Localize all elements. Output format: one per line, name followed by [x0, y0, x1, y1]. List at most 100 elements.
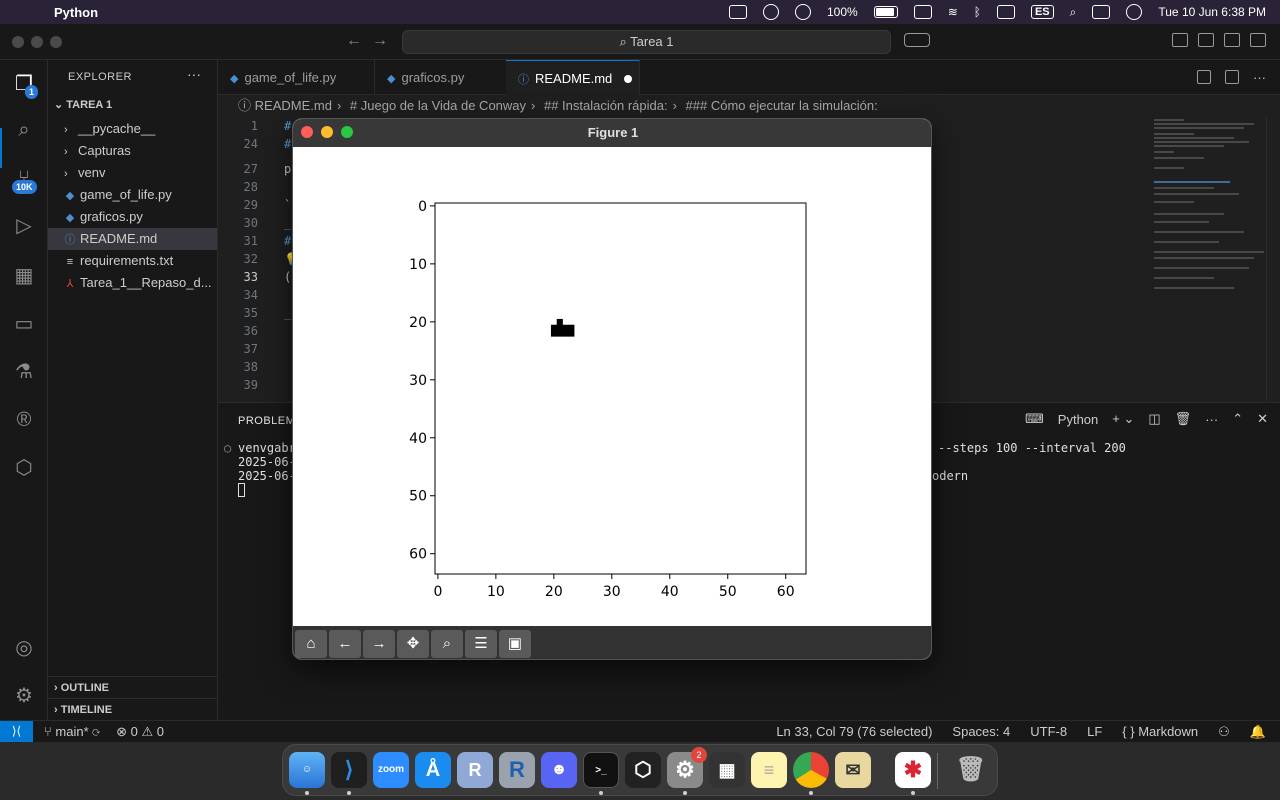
airdrop-icon[interactable]	[794, 4, 811, 20]
input-source[interactable]: ES	[1030, 5, 1054, 19]
notifications-bell-icon[interactable]: 🔔	[1250, 724, 1266, 740]
toggle-panel-icon[interactable]	[1224, 33, 1240, 47]
figure-canvas[interactable]: 0 10 20 30 40 50 60 0 10 20 30 40 50 60	[293, 147, 931, 626]
menu-clock[interactable]: Tue 10 Jun 6:38 PM	[1158, 5, 1266, 19]
forward-arrow-icon[interactable]: →	[363, 630, 395, 658]
calculator-icon[interactable]: ▦	[709, 752, 745, 788]
containers-icon[interactable]: ⬡	[12, 456, 36, 480]
timeline-section[interactable]: › TIMELINE	[48, 698, 217, 720]
zoom-magnifier-icon[interactable]: ⌕	[431, 630, 463, 658]
split-editor-icon[interactable]	[1225, 70, 1239, 84]
save-figure-icon[interactable]: ▣	[499, 630, 531, 658]
close-window-button[interactable]	[12, 36, 24, 48]
screen-mirroring-icon[interactable]	[996, 5, 1015, 19]
remote-indicator-icon[interactable]: ⟩⟨	[0, 721, 33, 743]
back-arrow-icon[interactable]: ←	[329, 630, 361, 658]
figure-zoom-button[interactable]	[341, 126, 353, 138]
tree-item-venv[interactable]: › venv	[48, 162, 217, 184]
figure-minimize-button[interactable]	[321, 126, 333, 138]
minimap[interactable]	[1148, 117, 1266, 402]
run-debug-icon[interactable]: ▷	[12, 214, 36, 238]
breadcrumb-item[interactable]: ## Instalación rápida:	[544, 98, 668, 113]
back-arrow-icon[interactable]: ←	[346, 32, 362, 50]
tab-readme[interactable]: ⓘ README.md	[506, 60, 640, 95]
finder-icon[interactable]: ☺	[289, 752, 325, 788]
spotlight-icon[interactable]: ⌕	[1070, 5, 1077, 20]
tab-game-of-life[interactable]: ◆ game_of_life.py	[218, 60, 375, 95]
tab-graficos[interactable]: ◆ graficos.py	[375, 60, 516, 95]
tree-item-capturas[interactable]: › Capturas	[48, 140, 217, 162]
language-mode[interactable]: { } Markdown	[1122, 724, 1198, 740]
r-extension-icon[interactable]: ®	[12, 408, 36, 432]
toggle-primary-sidebar-icon[interactable]	[1198, 33, 1214, 47]
tree-item-readme[interactable]: ⓘ README.md	[48, 228, 217, 250]
remote-explorer-icon[interactable]: ▭	[12, 312, 36, 336]
rstudio-icon[interactable]: R	[499, 752, 535, 788]
workspace-folder[interactable]: ⌄ TAREA 1	[54, 98, 112, 111]
copilot-icon[interactable]	[904, 33, 930, 47]
tree-item-tarea-pdf[interactable]: ⅄ Tarea_1__Repaso_d...	[48, 272, 217, 294]
app-store-icon[interactable]: Å	[415, 752, 451, 788]
vscode-icon[interactable]: ⟩	[331, 752, 367, 788]
tree-item-requirements[interactable]: ≡ requirements.txt	[48, 250, 217, 272]
battery-icon[interactable]	[873, 6, 898, 18]
cursor-position[interactable]: Ln 33, Col 79 (76 selected)	[776, 724, 932, 740]
open-preview-icon[interactable]	[1197, 70, 1211, 84]
breadcrumb-item[interactable]: README.md	[255, 98, 332, 113]
problems-status[interactable]: ⊗ 0 ⚠ 0	[116, 724, 164, 740]
drive-icon[interactable]	[728, 5, 747, 19]
search-icon[interactable]: ⌕	[12, 118, 36, 142]
branch-status[interactable]: ⑂ main* ⟳	[44, 724, 100, 740]
customize-layout-icon[interactable]	[1172, 33, 1188, 47]
r-app-icon[interactable]: R	[457, 752, 493, 788]
unsaved-dot-icon[interactable]	[624, 75, 633, 83]
bluetooth-icon[interactable]: ᛒ	[974, 5, 981, 19]
more-actions-icon[interactable]: ···	[1253, 70, 1266, 85]
close-panel-icon[interactable]: ✕	[1257, 411, 1268, 427]
copilot-status-icon[interactable]: ⚇	[1218, 724, 1230, 740]
testing-icon[interactable]: ⚗	[12, 360, 36, 384]
indentation[interactable]: Spaces: 4	[952, 724, 1010, 740]
end-of-line[interactable]: LF	[1087, 724, 1102, 740]
configure-subplots-icon[interactable]: ☰	[465, 630, 497, 658]
tree-item-pycache[interactable]: › __pycache__	[48, 118, 217, 140]
figure-close-button[interactable]	[301, 126, 313, 138]
minimize-window-button[interactable]	[31, 36, 43, 48]
breadcrumb-item[interactable]: ### Cómo ejecutar la simulación:	[686, 98, 878, 113]
maximize-panel-icon[interactable]: ⌃	[1232, 411, 1243, 427]
breadcrumb-item[interactable]: # Juego de la Vida de Conway	[350, 98, 526, 113]
wifi-icon[interactable]: ≋	[948, 5, 958, 19]
pan-icon[interactable]: ✥	[397, 630, 429, 658]
trash-icon[interactable]: 🗑	[953, 752, 989, 788]
accounts-icon[interactable]: ◎	[12, 636, 36, 660]
editor-scrollbar[interactable]	[1266, 117, 1280, 402]
terminal-name[interactable]: Python	[1058, 412, 1098, 427]
extensions-icon[interactable]: ▦	[12, 264, 36, 288]
new-terminal-icon[interactable]: + ⌄	[1112, 411, 1134, 427]
home-icon[interactable]: ⌂	[295, 630, 327, 658]
tree-item-game-of-life[interactable]: ◆ game_of_life.py	[48, 184, 217, 206]
excel-mail-icon[interactable]: ✉	[835, 752, 871, 788]
outline-section[interactable]: › OUTLINE	[48, 676, 217, 698]
zoom-window-button[interactable]	[50, 36, 62, 48]
split-terminal-icon[interactable]: ◫	[1148, 411, 1160, 427]
stage-manager-icon[interactable]	[913, 5, 932, 19]
more-actions-icon[interactable]: ···	[187, 66, 201, 82]
control-center-icon[interactable]	[1092, 5, 1111, 19]
kill-terminal-icon[interactable]: 🗑	[1175, 411, 1192, 427]
virtualbox-icon[interactable]: ⬡	[625, 752, 661, 788]
encoding[interactable]: UTF-8	[1030, 724, 1067, 740]
terminal-app-icon[interactable]: >_	[583, 752, 619, 788]
siri-icon[interactable]	[1126, 4, 1143, 20]
toggle-secondary-sidebar-icon[interactable]	[1250, 33, 1266, 47]
settings-gear-icon[interactable]: ⚙	[12, 684, 36, 708]
tree-item-graficos[interactable]: ◆ graficos.py	[48, 206, 217, 228]
more-actions-icon[interactable]: ···	[1205, 412, 1218, 427]
notes-icon[interactable]: ≡	[751, 752, 787, 788]
discord-icon[interactable]: ☻	[541, 752, 577, 788]
menu-app-name[interactable]: Python	[54, 5, 98, 20]
python-launcher-icon[interactable]: ✱	[895, 752, 931, 788]
command-center[interactable]: ⌕ Tarea 1	[402, 30, 891, 54]
zoom-icon[interactable]: zoom	[373, 752, 409, 788]
shazam-icon[interactable]	[762, 4, 779, 20]
